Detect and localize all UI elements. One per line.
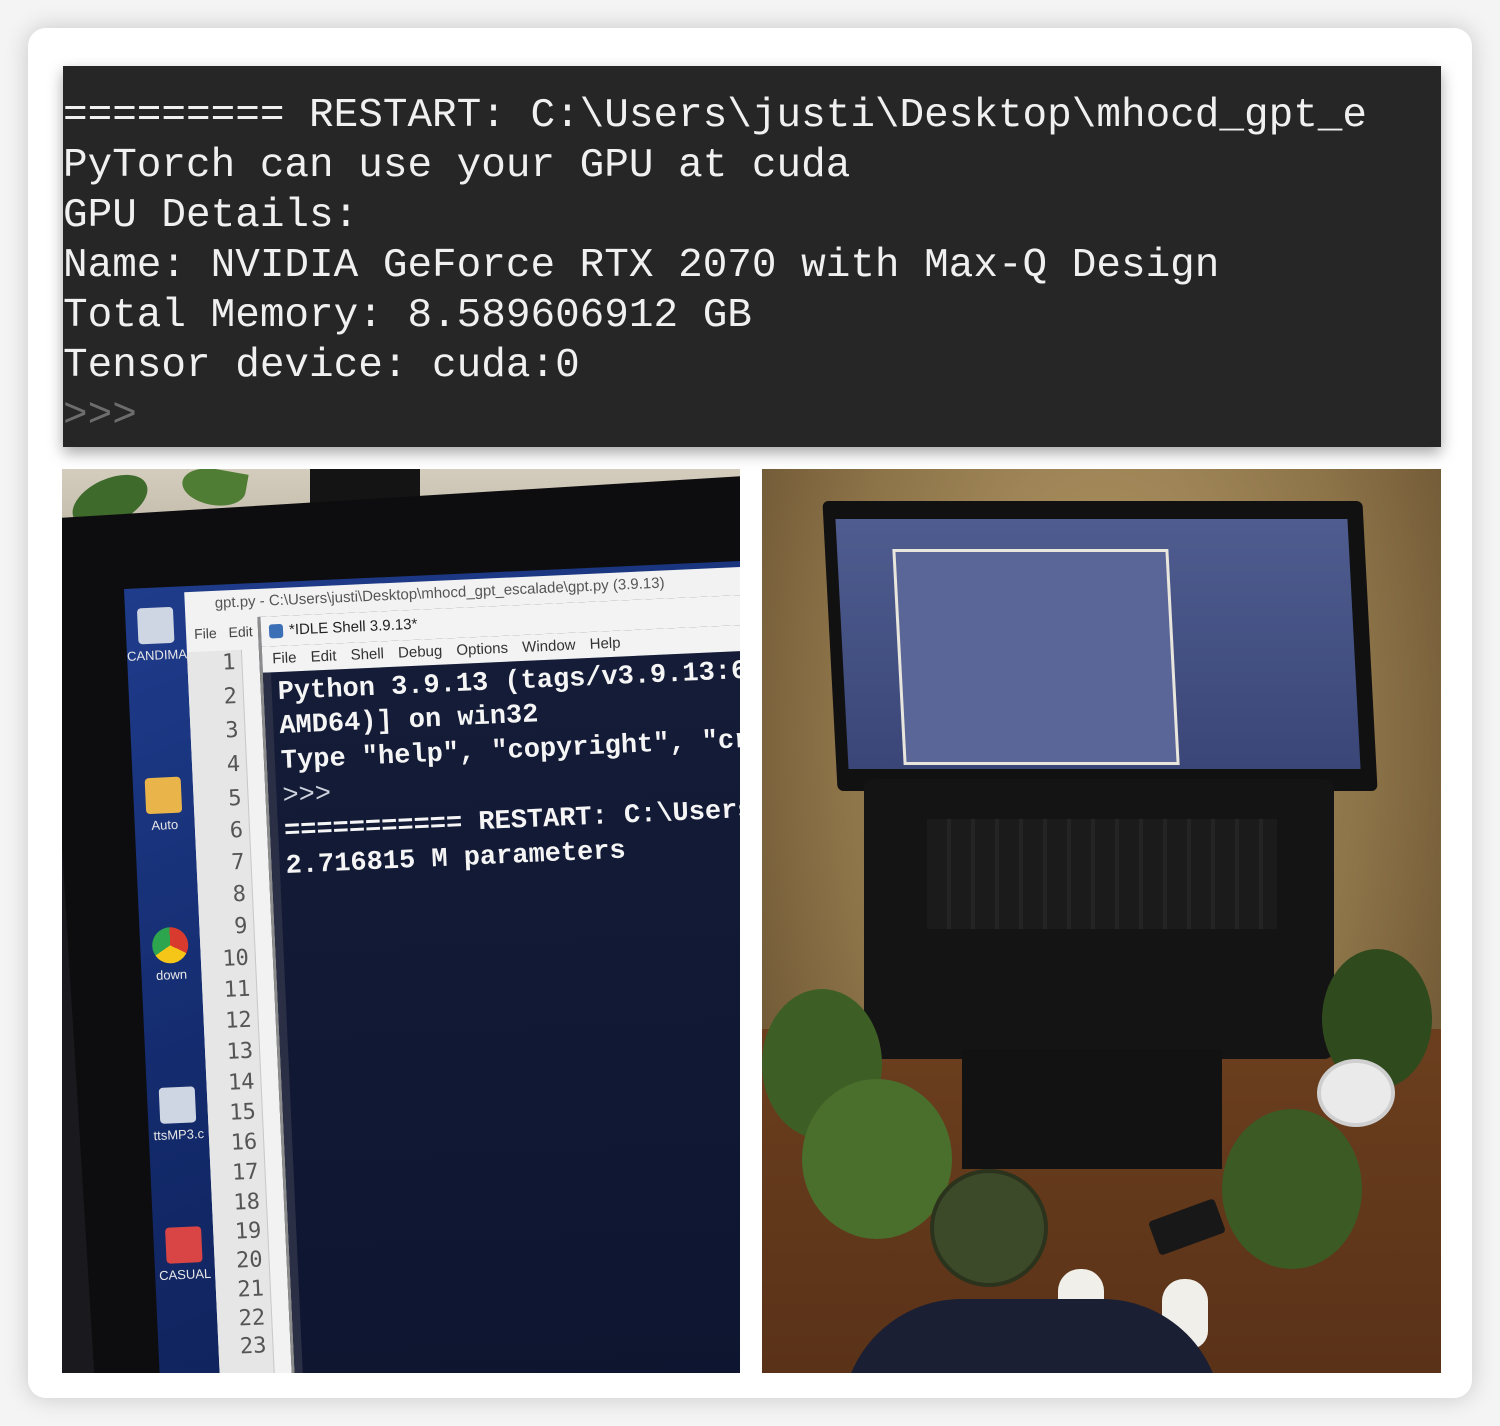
line-number: 3 <box>224 717 240 744</box>
desktop-icon-label: Auto <box>151 816 179 833</box>
line-number: 23 <box>239 1333 268 1360</box>
shell-prompt[interactable]: >>> <box>282 780 332 812</box>
shell-line-restart: =========== RESTART: C:\Users <box>283 795 740 847</box>
shell-text-area[interactable]: Python 3.9.13 (tags/v3.9.13:6 AMD64)] on… <box>262 645 740 1373</box>
idle-editor-window[interactable]: gpt.py - C:\Users\justi\Desktop\mhocd_gp… <box>184 563 740 1373</box>
monitor-photo: CANDIMAD Auto down ttsMP3.c CASUAL gpt.p… <box>62 469 740 1373</box>
line-number: 15 <box>228 1099 257 1126</box>
line-number: 2 <box>223 683 238 710</box>
desktop-icon[interactable]: Auto <box>133 776 195 834</box>
laptop-shell-window <box>892 549 1180 765</box>
line-number: 17 <box>231 1159 260 1186</box>
line-number: 22 <box>238 1305 266 1332</box>
line-number: 1 <box>221 650 237 676</box>
shell-window-title: *IDLE Shell 3.9.13* <box>288 615 418 639</box>
line-number: 13 <box>226 1038 254 1065</box>
shell-menu-options[interactable]: Options <box>456 640 508 659</box>
idle-shell-window[interactable]: *IDLE Shell 3.9.13* File Edit Shell Debu… <box>257 589 740 1373</box>
pc-tower <box>962 1049 1222 1169</box>
terminal-line-restart: ========= RESTART: C:\Users\justi\Deskto… <box>63 93 1368 139</box>
line-number: 12 <box>224 1007 253 1034</box>
line-number: 14 <box>227 1069 256 1096</box>
windows-desktop: CANDIMAD Auto down ttsMP3.c CASUAL gpt.p… <box>124 557 740 1373</box>
plant-pot <box>1317 1059 1395 1127</box>
desktop-icon[interactable]: down <box>139 926 201 984</box>
desktop-icon[interactable]: CANDIMAD <box>125 606 197 664</box>
terminal-line-gpu-name: Name: NVIDIA GeForce RTX 2070 with Max-Q… <box>63 243 1220 289</box>
editor-menu-bar: File Edit <box>194 623 261 642</box>
desktop-icon-label: ttsMP3.c <box>153 1125 205 1144</box>
line-number: 10 <box>221 945 250 972</box>
shell-line-platform: AMD64)] on win32 <box>278 700 540 743</box>
line-number: 5 <box>227 785 243 812</box>
shell-menu-shell[interactable]: Shell <box>350 645 384 663</box>
desktop-icon[interactable]: ttsMP3.c <box>147 1086 209 1144</box>
line-number: 9 <box>233 913 248 940</box>
pdf-icon <box>165 1226 203 1264</box>
line-number: 21 <box>236 1276 265 1303</box>
editor-menu-file[interactable]: File <box>194 625 217 642</box>
line-number: 19 <box>234 1218 262 1245</box>
python-icon <box>268 623 284 639</box>
shell-menu-edit[interactable]: Edit <box>310 647 337 665</box>
line-number: 6 <box>229 817 244 844</box>
terminal-line-tensor-device: Tensor device: cuda:0 <box>63 343 580 389</box>
terminal-line-pytorch: PyTorch can use your GPU at cuda <box>63 143 851 189</box>
terminal-prompt[interactable]: >>> <box>63 391 137 441</box>
shell-menu-debug[interactable]: Debug <box>398 643 443 662</box>
folder-icon <box>144 776 183 815</box>
line-number: 11 <box>223 976 251 1003</box>
laptop-photo <box>762 469 1441 1373</box>
line-number: 18 <box>232 1189 261 1216</box>
shell-menu-window[interactable]: Window <box>522 637 576 656</box>
shell-menu-help[interactable]: Help <box>589 635 621 653</box>
terminal-line-gpu-details: GPU Details: <box>63 193 359 239</box>
terminal-line-total-memory: Total Memory: 8.589606912 GB <box>63 293 752 339</box>
desktop-icon-label: down <box>155 966 188 983</box>
desktop-icon[interactable]: CASUAL <box>153 1226 215 1284</box>
editor-menu-edit[interactable]: Edit <box>228 623 253 640</box>
line-number: 16 <box>230 1129 258 1156</box>
plant <box>802 1079 952 1239</box>
laptop-keyboard <box>927 819 1277 929</box>
line-number: 7 <box>230 849 246 876</box>
line-number: 8 <box>232 881 247 908</box>
terminal-output-panel: ========= RESTART: C:\Users\justi\Deskto… <box>63 66 1441 447</box>
plant <box>1222 1109 1362 1269</box>
desktop-icon-label: CASUAL <box>158 1265 212 1284</box>
plant-pot <box>930 1169 1048 1287</box>
line-number: 4 <box>226 751 241 778</box>
line-number: 20 <box>235 1247 264 1274</box>
document-icon <box>158 1086 197 1124</box>
document-icon <box>136 606 175 645</box>
chrome-icon <box>151 926 190 965</box>
shell-menu-file[interactable]: File <box>272 649 297 667</box>
